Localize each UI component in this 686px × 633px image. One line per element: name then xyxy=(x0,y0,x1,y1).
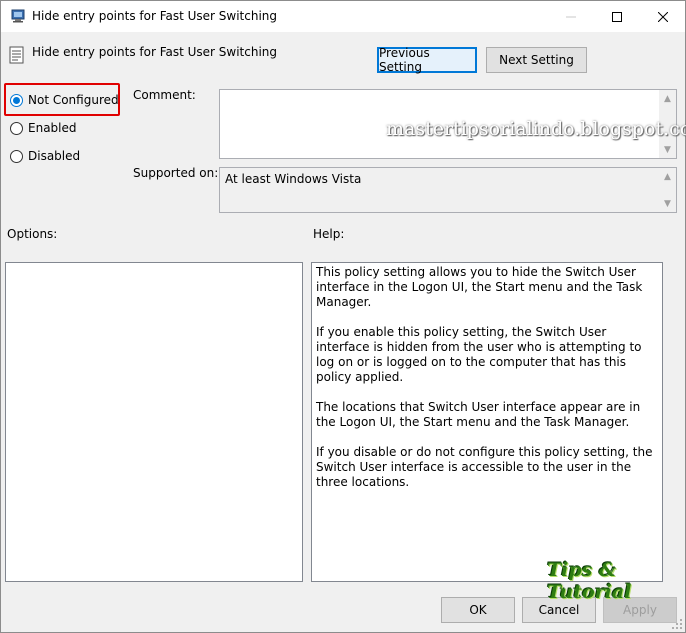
help-paragraph: The locations that Switch User interface… xyxy=(316,400,641,429)
scroll-down-icon[interactable]: ▼ xyxy=(659,195,676,212)
scroll-up-icon[interactable]: ▲ xyxy=(659,168,676,185)
maximize-button[interactable] xyxy=(594,1,640,32)
policy-setting-dialog: Hide entry points for Fast User Switchin… xyxy=(0,0,686,633)
window-title: Hide entry points for Fast User Switchin… xyxy=(32,9,278,23)
setting-name: Hide entry points for Fast User Switchin… xyxy=(32,45,278,59)
previous-setting-button[interactable]: Previous Setting xyxy=(377,46,477,74)
supported-on-label: Supported on: xyxy=(133,166,219,180)
ok-button[interactable]: OK xyxy=(441,597,515,623)
setting-page-icon xyxy=(9,46,25,64)
tips-tutorial-logo: Tips & Tutorial xyxy=(547,559,632,603)
radio-label: Not Configured xyxy=(28,93,119,107)
help-paragraph: If you enable this policy setting, the S… xyxy=(316,325,642,384)
help-panel[interactable]: This policy setting allows you to hide t… xyxy=(311,262,663,582)
radio-not-configured[interactable]: Not Configured xyxy=(10,93,119,107)
options-label: Options: xyxy=(7,227,58,241)
options-panel xyxy=(5,262,303,582)
minimize-icon xyxy=(566,16,576,17)
policy-icon xyxy=(11,9,27,23)
maximize-icon xyxy=(612,11,622,22)
close-icon xyxy=(658,11,668,22)
title-bar[interactable]: Hide entry points for Fast User Switchin… xyxy=(1,1,685,32)
radio-disabled[interactable]: Disabled xyxy=(10,149,80,163)
radio-button[interactable] xyxy=(10,149,23,163)
watermark-text: mastertipsorialindo.blogspot.com xyxy=(386,118,686,140)
help-text: This policy setting allows you to hide t… xyxy=(316,265,662,505)
help-paragraph: If you disable or do not configure this … xyxy=(316,445,653,489)
comment-label: Comment: xyxy=(133,88,196,102)
supported-on-field: At least Windows Vista ▲ ▼ xyxy=(219,167,677,213)
radio-button[interactable] xyxy=(10,121,23,135)
help-paragraph: This policy setting allows you to hide t… xyxy=(316,265,643,309)
resize-grip-icon[interactable] xyxy=(671,618,683,630)
radio-enabled[interactable]: Enabled xyxy=(10,121,77,135)
radio-label: Enabled xyxy=(28,121,77,135)
minimize-button[interactable] xyxy=(548,1,594,32)
supported-scrollbar[interactable]: ▲ ▼ xyxy=(659,168,676,212)
help-label: Help: xyxy=(313,227,345,241)
supported-on-value: At least Windows Vista xyxy=(225,172,362,186)
next-setting-button[interactable]: Next Setting xyxy=(486,47,587,73)
radio-button[interactable] xyxy=(10,93,23,107)
close-button[interactable] xyxy=(640,1,686,32)
radio-label: Disabled xyxy=(28,149,81,163)
scroll-up-icon[interactable]: ▲ xyxy=(659,90,676,107)
scroll-down-icon[interactable]: ▼ xyxy=(659,141,676,158)
